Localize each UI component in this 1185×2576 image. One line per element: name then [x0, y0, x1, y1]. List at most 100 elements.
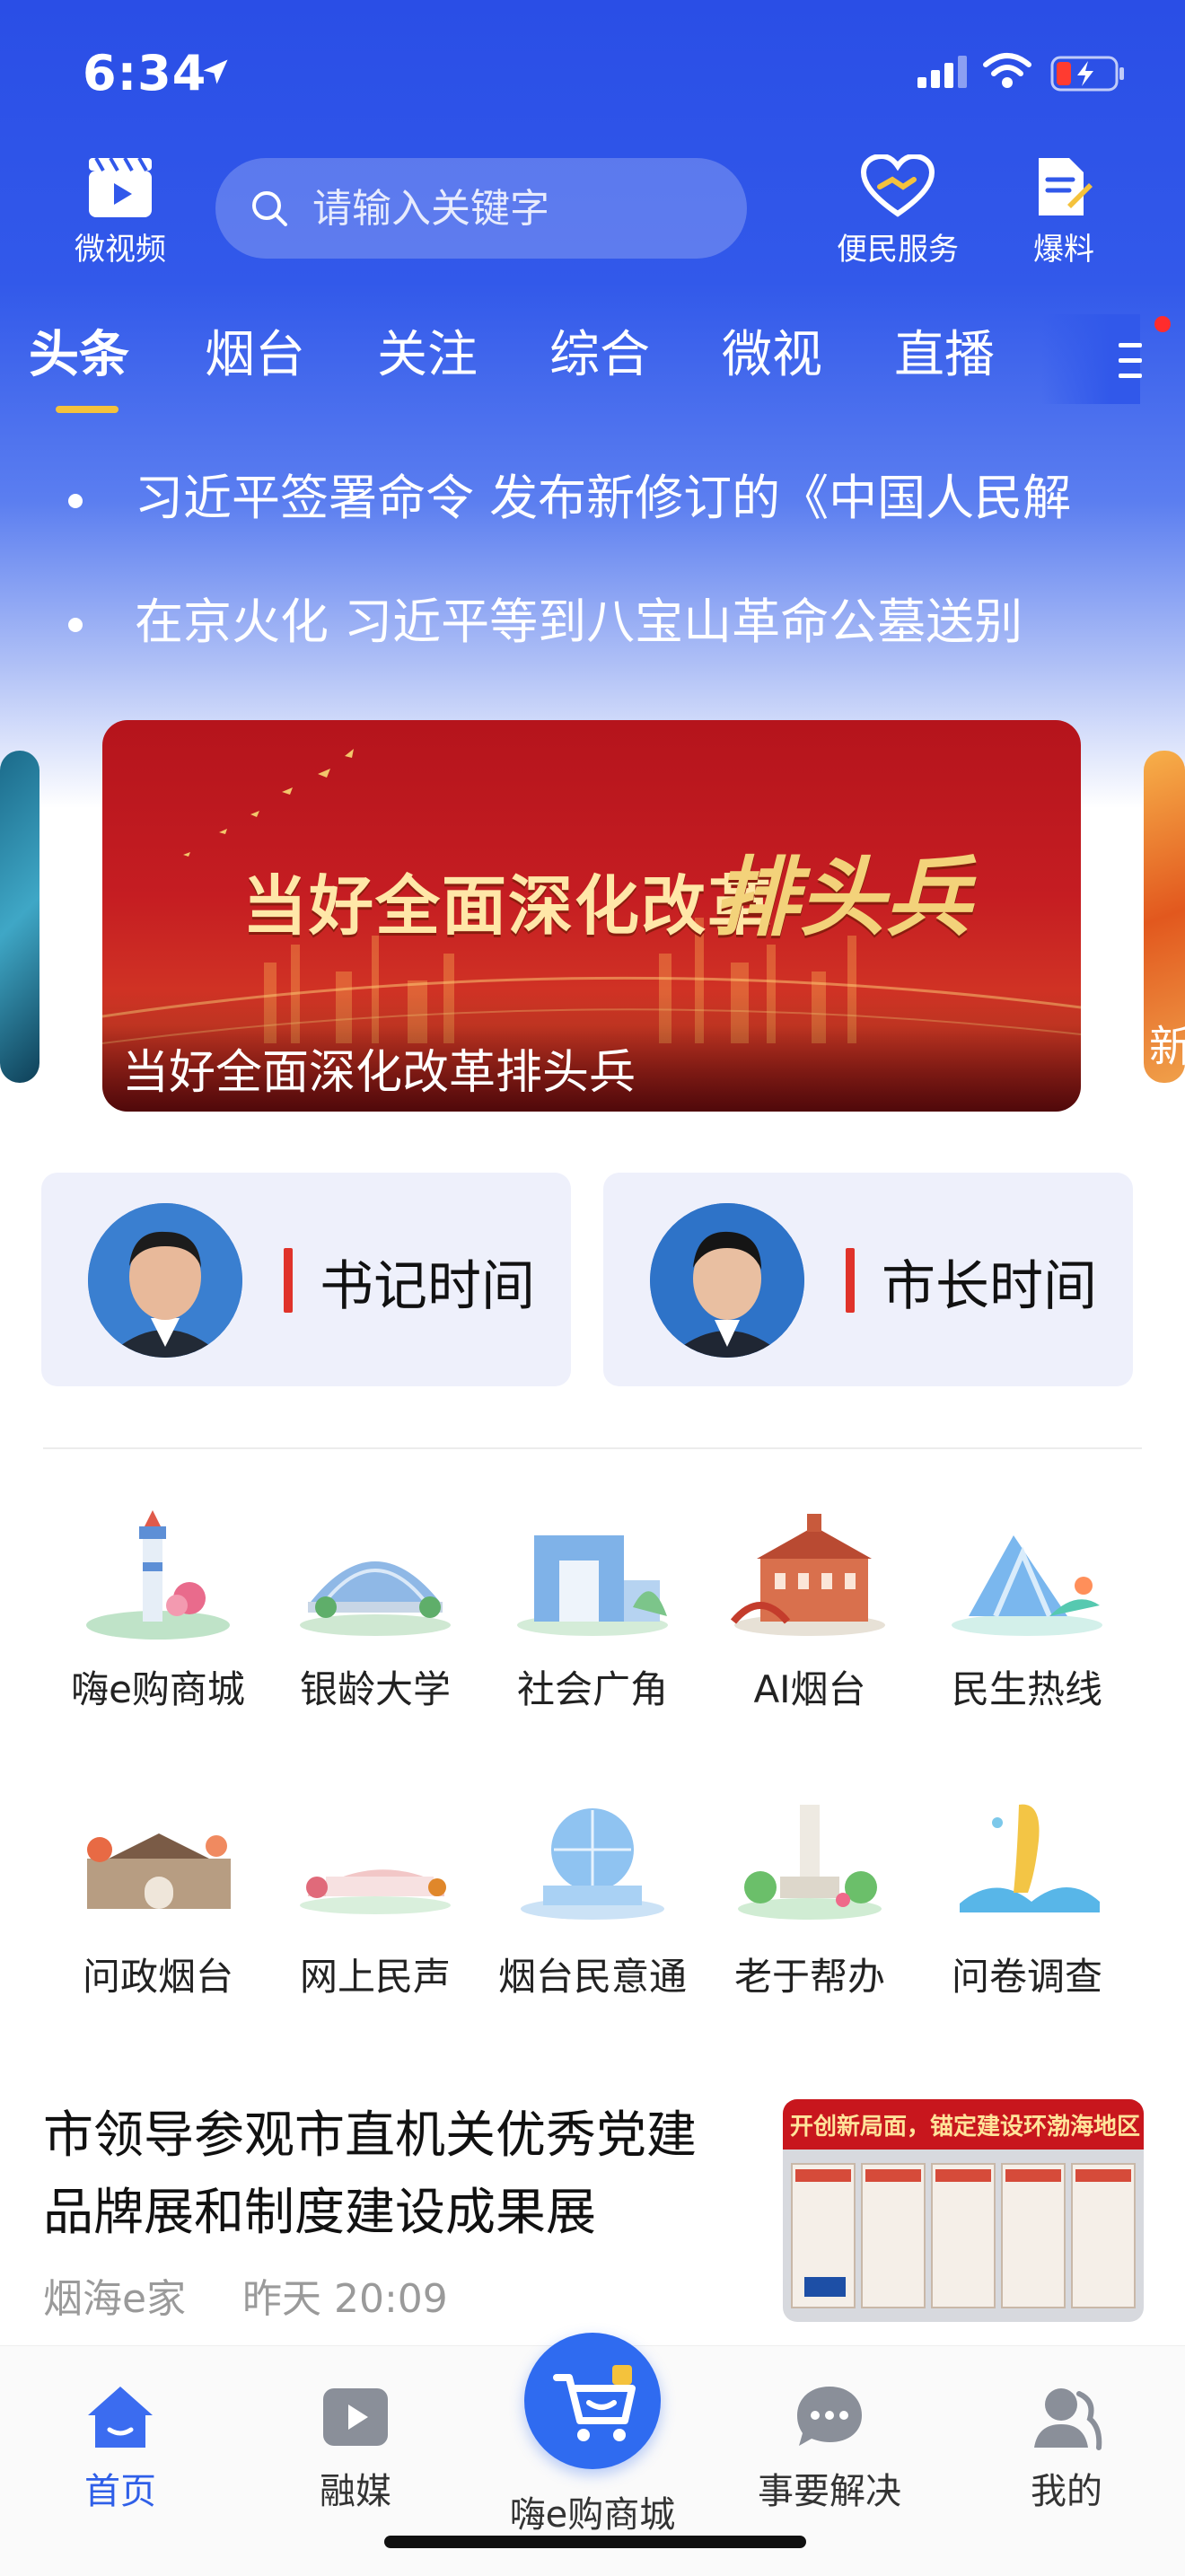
- bullet-dot: [68, 618, 83, 633]
- ticker-item[interactable]: 在京火化 习近平等到八宝山革命公墓送别: [68, 582, 1023, 653]
- secretary-time-label: 书记时间: [320, 1255, 535, 1318]
- bullet-dot: [68, 494, 83, 509]
- search-input[interactable]: [311, 184, 727, 233]
- nav-media[interactable]: 融媒: [266, 2383, 445, 2514]
- channel-menu-icon[interactable]: [1119, 341, 1146, 381]
- grid-label: AI烟台: [753, 1667, 866, 1711]
- carousel-next-card[interactable]: 新: [1144, 751, 1185, 1083]
- search-icon: [252, 191, 287, 226]
- micro-video-button[interactable]: 微视频: [65, 154, 176, 268]
- grid-label: 问政烟台: [82, 1955, 233, 1999]
- lighthouse-icon: [86, 1510, 230, 1640]
- chat-bubble-icon: [797, 2387, 862, 2446]
- article-source: 烟海e家: [43, 2276, 187, 2322]
- grid-item-public-opinion[interactable]: 烟台民意通: [485, 1787, 700, 2001]
- portrait-icon: [88, 1203, 242, 1358]
- statue-icon: [960, 1804, 1100, 1912]
- tab-follow[interactable]: 关注: [377, 314, 478, 387]
- nav-media-label: 融媒: [320, 2471, 391, 2512]
- carousel-prev-card[interactable]: [0, 751, 40, 1083]
- heart-hands-icon: [860, 154, 935, 217]
- grid-item-livelihood-hotline[interactable]: 民生热线: [919, 1499, 1135, 1714]
- secretary-time-card[interactable]: 书记时间: [41, 1173, 571, 1386]
- report-document-icon: [1039, 158, 1093, 215]
- channel-tabs: 头条 烟台 关注 综合 微视 直播: [0, 314, 1185, 413]
- sphere-building-icon: [521, 1808, 664, 1920]
- grid-item-social-view[interactable]: 社会广角: [485, 1499, 700, 1714]
- featured-banner[interactable]: 当好全面深化改革 排头兵 当好全面深化改革排头兵: [102, 720, 1081, 1112]
- wave-building-icon: [952, 1535, 1102, 1636]
- ticker-text: 习近平签署命令 发布新修订的《中国人民解: [135, 470, 1072, 526]
- banner-slogan: 当好全面深化改革: [242, 868, 775, 944]
- nav-solve-label: 事要解决: [758, 2471, 901, 2512]
- banner-caption: 当好全面深化改革排头兵: [122, 1046, 636, 1100]
- gate-building-icon: [517, 1535, 668, 1636]
- city-wall-icon: [87, 1833, 231, 1909]
- mayor-avatar: [650, 1203, 804, 1358]
- cellular-signal-icon: [917, 56, 967, 88]
- grid-item-helper[interactable]: 老于帮办: [702, 1787, 917, 2001]
- nav-home[interactable]: 首页: [31, 2383, 210, 2514]
- red-building-icon: [730, 1514, 885, 1636]
- grid-item-senior-university[interactable]: 银龄大学: [268, 1499, 483, 1714]
- micro-video-label: 微视频: [75, 232, 166, 268]
- user-profile-icon: [1034, 2388, 1102, 2450]
- notification-dot: [1154, 316, 1171, 332]
- grid-label: 社会广角: [516, 1667, 668, 1711]
- wifi-icon: [983, 53, 1031, 88]
- nav-solve-issues[interactable]: 事要解决: [740, 2383, 919, 2514]
- banner-slogan-script: 排头兵: [713, 847, 971, 948]
- nav-profile-label: 我的: [1031, 2471, 1102, 2512]
- play-icon: [323, 2388, 388, 2446]
- nav-profile[interactable]: 我的: [977, 2383, 1156, 2514]
- location-arrow-icon: [203, 59, 228, 84]
- active-tab-indicator: [56, 406, 118, 413]
- ticker-text: 在京火化 习近平等到八宝山革命公墓送别: [135, 593, 1023, 650]
- home-icon: [88, 2387, 153, 2448]
- shopping-cart-icon: [553, 2365, 636, 2441]
- mall-center-button[interactable]: [524, 2333, 661, 2469]
- exhibition-boards-graphic: [791, 2163, 1136, 2308]
- tab-general[interactable]: 综合: [549, 314, 650, 387]
- battery-charging-icon: [1050, 56, 1124, 92]
- mayor-time-card[interactable]: 市长时间: [603, 1173, 1133, 1386]
- grid-label: 烟台民意通: [497, 1955, 687, 1999]
- section-divider: [43, 1447, 1142, 1449]
- monument-icon: [738, 1805, 882, 1920]
- secretary-avatar: [88, 1203, 242, 1358]
- accent-bar: [846, 1248, 855, 1313]
- search-bar[interactable]: [215, 158, 747, 259]
- grid-item-mall[interactable]: 嗨e购商城: [50, 1499, 266, 1714]
- status-time: 6:34: [83, 45, 207, 101]
- nav-home-label: 首页: [84, 2471, 156, 2512]
- nav-mall-label[interactable]: 嗨e购商城: [485, 2485, 700, 2537]
- grid-item-survey[interactable]: 问卷调查: [919, 1787, 1135, 2001]
- next-card-caption: 新: [1149, 1022, 1185, 1072]
- article-thumbnail[interactable]: 开创新局面，锚定建设环渤海地区中: [783, 2099, 1144, 2322]
- report-label: 爆料: [1033, 232, 1094, 268]
- grid-item-ai-yantai[interactable]: AI烟台: [702, 1499, 917, 1714]
- tab-headline[interactable]: 头条: [29, 314, 129, 387]
- dome-building-icon: [300, 1561, 451, 1636]
- report-button[interactable]: 爆料: [1014, 154, 1113, 268]
- grid-label: 嗨e购商城: [71, 1667, 245, 1711]
- ticker-item[interactable]: 习近平签署命令 发布新修订的《中国人民解: [68, 458, 1071, 529]
- mayor-time-label: 市长时间: [882, 1255, 1097, 1318]
- convenience-service-button[interactable]: 便民服务: [826, 154, 970, 268]
- grid-label: 网上民声: [299, 1955, 451, 1999]
- grid-item-governance[interactable]: 问政烟台: [50, 1787, 266, 2001]
- grid-item-online-voice[interactable]: 网上民声: [268, 1787, 483, 2001]
- status-bar: 6:34: [0, 0, 1185, 153]
- home-indicator: [384, 2536, 806, 2548]
- convenience-service-label: 便民服务: [837, 232, 959, 268]
- tab-live[interactable]: 直播: [894, 314, 995, 387]
- grid-label: 老于帮办: [733, 1955, 885, 1999]
- pavilion-icon: [300, 1869, 451, 1914]
- grid-label: 银龄大学: [299, 1667, 451, 1711]
- article-title[interactable]: 市领导参观市直机关优秀党建品牌展和制度建设成果展: [43, 2097, 725, 2252]
- tab-microvideo[interactable]: 微视: [722, 314, 822, 387]
- tab-yantai[interactable]: 烟台: [205, 314, 305, 387]
- portrait-icon: [650, 1203, 804, 1358]
- accent-bar: [284, 1248, 293, 1313]
- grid-label: 问卷调查: [951, 1955, 1102, 1999]
